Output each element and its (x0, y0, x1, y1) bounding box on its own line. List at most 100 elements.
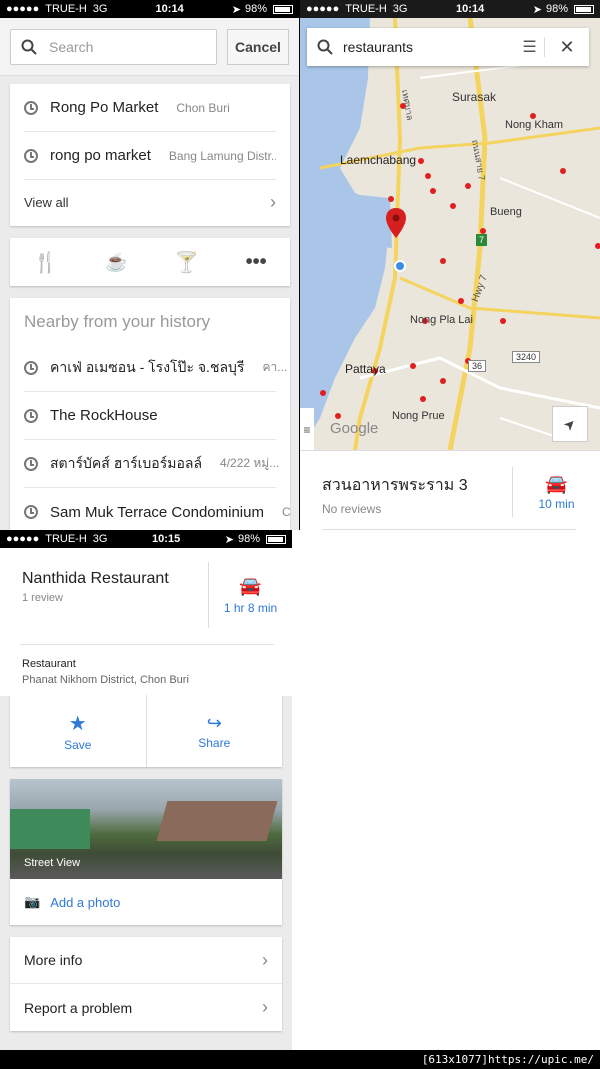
coffee-icon[interactable]: ☕ (105, 252, 127, 273)
more-info-label: More info (24, 952, 83, 968)
map-pin[interactable] (465, 183, 471, 189)
list-view-icon[interactable]: ☰ (515, 37, 545, 57)
map-pin[interactable] (458, 298, 464, 304)
more-info-row[interactable]: More info › (10, 937, 282, 984)
close-icon[interactable]: ✕ (555, 37, 579, 58)
links-card: More info › Report a problem › (10, 937, 282, 1031)
map-view[interactable]: Surasak Nong Kham Laemchabang Bueng Nong… (300, 18, 600, 450)
nearby-item[interactable]: The RockHouse (24, 392, 276, 440)
map-pin[interactable] (418, 158, 424, 164)
nearby-item-sub: C (281, 505, 291, 519)
history-icon (24, 456, 38, 471)
directions-button[interactable]: 🚘 10 min (512, 467, 600, 517)
recent-item-sub: Bang Lamung Distr... (168, 148, 276, 163)
drive-time: 1 hr 8 min (223, 600, 278, 615)
nearby-item[interactable]: Sam Muk Terrace Condominium C (24, 488, 291, 530)
location-arrow-icon: ➤ (231, 3, 241, 16)
bar-icon[interactable]: 🍸 (174, 250, 199, 275)
nearby-item-title: Sam Muk Terrace Condominium (50, 503, 264, 521)
map-pin[interactable] (410, 363, 416, 369)
add-photo-button[interactable]: 📷 Add a photo (10, 879, 282, 925)
photo-card: Street View 📷 Add a photo (10, 779, 282, 925)
chevron-right-icon: › (262, 949, 268, 970)
chevron-right-icon: › (262, 997, 268, 1017)
map-label: Laemchabang (340, 153, 417, 167)
battery-icon (273, 4, 293, 14)
nearby-item-sub: 4/222 หมู่... (220, 456, 280, 470)
status-bar: ●●●●● TRUE-H 3G 10:14 ➤ 98% (300, 0, 600, 18)
nearby-item-title: สตาร์บัคส์ ฮาร์เบอร์มอลล์ (50, 454, 203, 471)
map-pin[interactable] (388, 196, 394, 202)
map-label: Nong Kham (505, 119, 564, 131)
map-pin[interactable] (440, 378, 446, 384)
save-button[interactable]: ★ Save (10, 695, 147, 767)
map-pin[interactable] (500, 318, 506, 324)
map-label: Pattaya (345, 362, 386, 376)
street-view-image[interactable]: Street View (10, 779, 282, 879)
report-problem-row[interactable]: Report a problem › (10, 984, 282, 1031)
place-header: Nanthida Restaurant 1 review 🚘 1 hr 8 mi… (0, 548, 292, 696)
recent-item[interactable]: rong po market Bang Lamung Distr... (24, 132, 276, 180)
map-label: Surasak (452, 90, 497, 104)
watermark: [613x1077]https://upic.me/ (421, 1053, 594, 1066)
search-icon (317, 39, 333, 55)
place-summary[interactable]: สวนอาหารพระราม 3 No reviews 🚘 10 min (300, 450, 600, 530)
map-pin[interactable] (560, 168, 566, 174)
nearby-item[interactable]: คาเฟ่ อเมซอน - โรงโป๊ะ จ.ชลบุรี คา... (24, 344, 287, 392)
map-pin[interactable] (595, 243, 600, 249)
nearby-history-card: Nearby from your history คาเฟ่ อเมซอน - … (10, 298, 291, 530)
carrier: TRUE-H (45, 3, 87, 15)
map-panel: ●●●●● TRUE-H 3G 10:14 ➤ 98% Surasak Nong… (300, 0, 600, 530)
share-label: Share (198, 735, 231, 750)
map-pin[interactable] (320, 390, 326, 396)
nearby-title: Nearby from your history (24, 312, 211, 331)
place-name: Nanthida Restaurant (22, 570, 169, 587)
map-pin[interactable] (450, 203, 456, 209)
map-graphics (300, 18, 600, 450)
restaurant-icon[interactable]: 🍴 (33, 250, 58, 275)
history-icon (24, 148, 38, 163)
map-pin[interactable] (420, 396, 426, 402)
place-reviews: 1 review (22, 592, 63, 604)
more-icon[interactable]: ••• (246, 251, 267, 274)
search-box[interactable]: restaurants ☰ ✕ (307, 28, 589, 66)
my-location-button[interactable]: ➤ (552, 406, 588, 442)
carrier: TRUE-H (345, 3, 387, 15)
status-bar: ●●●●● TRUE-H 3G 10:15 ➤ 98% (0, 530, 292, 548)
battery-icon (266, 534, 286, 544)
clock: 10:14 (155, 3, 184, 15)
my-location-dot (394, 260, 406, 272)
car-icon: 🚘 (239, 575, 262, 596)
search-input[interactable]: Search (10, 28, 217, 65)
search-panel: ●●●●● TRUE-H 3G 10:14 ➤ 98% Search Cancel R… (0, 0, 299, 530)
map-label: Nong Prue (392, 410, 445, 422)
share-button[interactable]: ↪ Share (147, 695, 283, 767)
cancel-button[interactable]: Cancel (227, 28, 289, 65)
place-category: Restaurant (22, 658, 76, 670)
selected-place-marker[interactable] (386, 208, 406, 238)
camera-icon: 📷 (24, 894, 41, 909)
clock: 10:14 (456, 3, 485, 15)
map-pin[interactable] (335, 413, 341, 419)
share-icon: ↪ (206, 712, 222, 733)
map-pin[interactable] (425, 173, 431, 179)
view-all-label: View all (24, 194, 69, 210)
clock: 10:15 (152, 533, 181, 545)
view-all-button[interactable]: View all › (10, 180, 290, 224)
recent-item-title: Rong Po Market (50, 99, 159, 116)
chevron-right-icon: › (270, 191, 276, 212)
route-shield: 3240 (512, 351, 541, 363)
nearby-item-title: คาเฟ่ อเมซอน - โรงโป๊ะ จ.ชลบุรี (50, 358, 245, 375)
nearby-item-title: The RockHouse (50, 407, 158, 424)
map-pin[interactable] (440, 258, 446, 264)
place-reviews: No reviews (322, 502, 382, 516)
nearby-item[interactable]: สตาร์บัคส์ ฮาร์เบอร์มอลล์ 4/222 หมู่... (24, 440, 280, 488)
recent-searches-card: Rong Po Market Chon Buri rong po market … (10, 84, 290, 226)
map-pin[interactable] (430, 188, 436, 194)
directions-button[interactable]: 🚘 1 hr 8 min (208, 562, 292, 628)
route-shield: 36 (468, 360, 487, 372)
recent-item[interactable]: Rong Po Market Chon Buri (24, 84, 276, 132)
side-menu-handle[interactable]: ≡ (300, 408, 314, 450)
actions-card: ★ Save ↪ Share (10, 695, 282, 767)
battery-level: 98% (545, 3, 568, 15)
